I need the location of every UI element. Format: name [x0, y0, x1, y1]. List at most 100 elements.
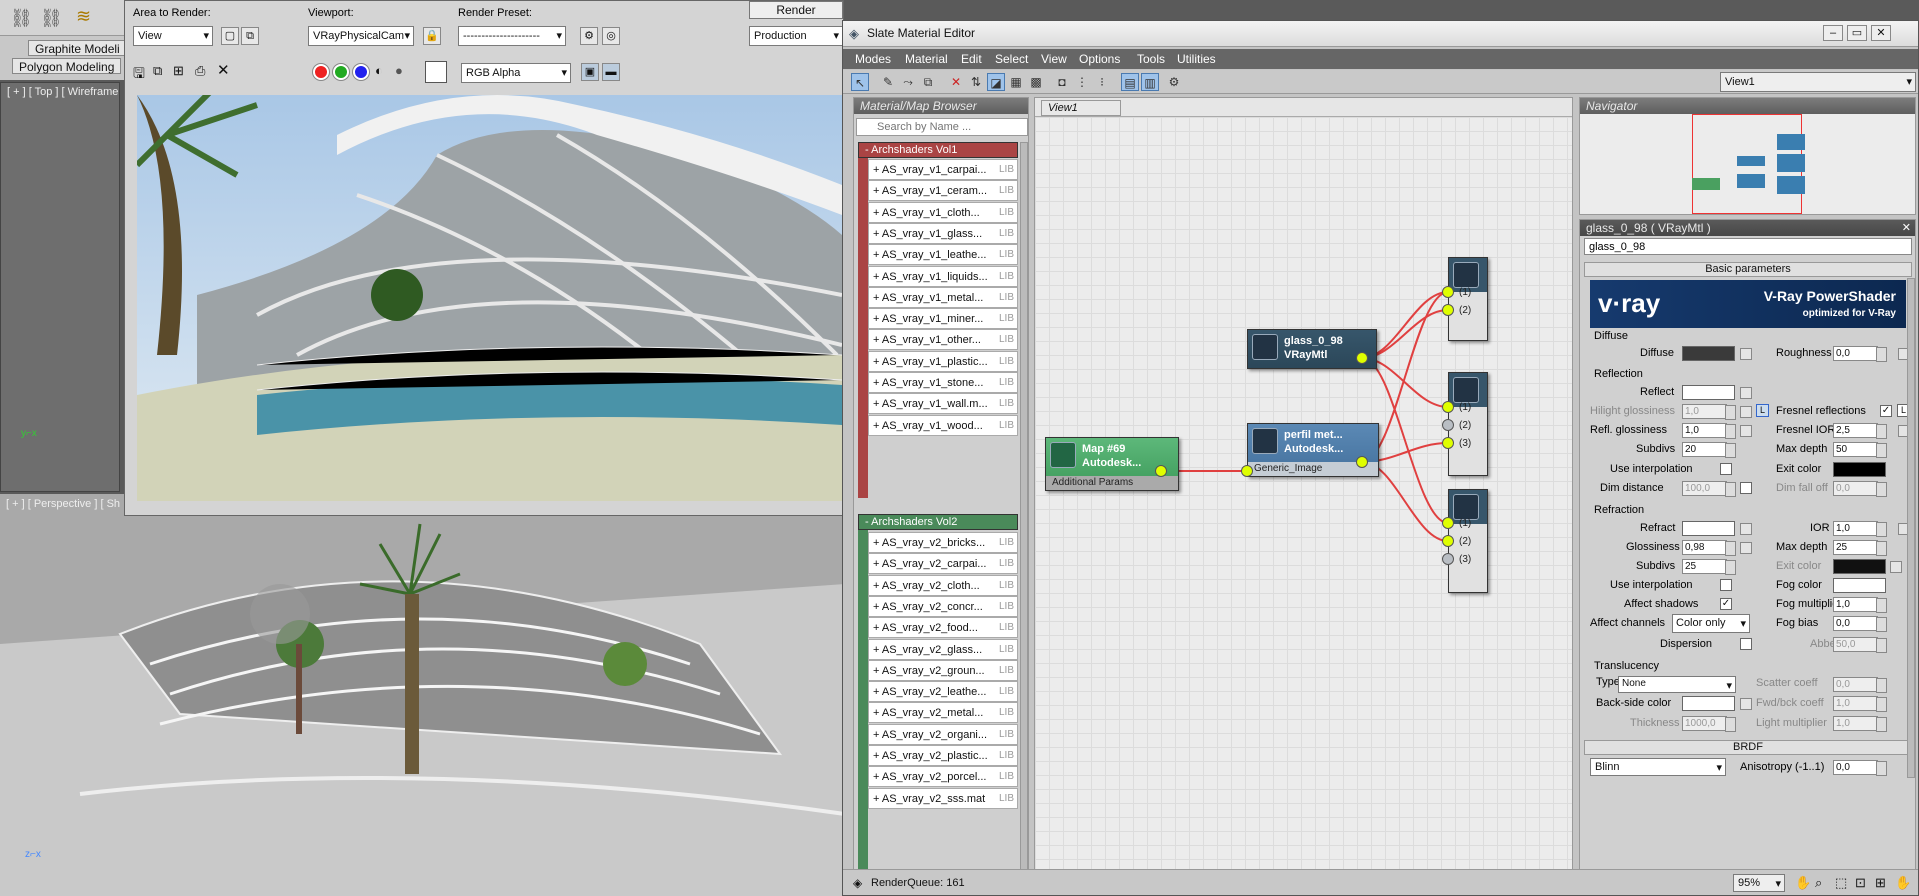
right3-socket-3[interactable]: [1442, 553, 1454, 565]
select-by-material-icon[interactable]: ⚙: [1165, 73, 1183, 91]
move-children-icon[interactable]: ⇅: [967, 73, 985, 91]
search-input[interactable]: [856, 118, 1028, 136]
navigator-view[interactable]: [1580, 114, 1915, 214]
library-item[interactable]: + AS_vray_v2_bricks... LIB: [868, 532, 1018, 553]
print-icon[interactable]: ⎙: [195, 63, 205, 79]
affect-shadows-checkbox[interactable]: ✓: [1720, 598, 1732, 610]
library-item[interactable]: + AS_vray_v2_porcel... LIB: [868, 766, 1018, 788]
thickness-spinner[interactable]: 1000,0: [1682, 716, 1736, 732]
bind-icon[interactable]: ≋: [76, 6, 91, 27]
scatter-coeff-spinner[interactable]: 0,0: [1833, 677, 1887, 693]
tab-view1[interactable]: View1: [1041, 100, 1121, 116]
right2-socket-1[interactable]: [1442, 401, 1454, 413]
menu-view[interactable]: View: [1041, 52, 1067, 66]
fwd-bck-spinner[interactable]: 1,0: [1833, 696, 1887, 712]
alpha-channel-icon[interactable]: ◐: [375, 63, 383, 78]
exit-color-swatch[interactable]: [1833, 462, 1886, 477]
map-output-socket[interactable]: [1155, 465, 1167, 477]
library-item[interactable]: + AS_vray_v1_other... LIB: [868, 329, 1018, 351]
put-material-icon[interactable]: ⤳: [899, 73, 917, 91]
layout-children-icon[interactable]: ⁝: [1093, 73, 1111, 91]
area-to-render-select[interactable]: View: [133, 26, 213, 46]
library-item[interactable]: + AS_vray_v1_metal... LIB: [868, 286, 1018, 308]
right3-socket-2[interactable]: [1442, 535, 1454, 547]
menu-options[interactable]: Options: [1079, 52, 1120, 66]
library-item[interactable]: + AS_vray_v1_ceram... LIB: [868, 180, 1018, 202]
perfil-output-socket[interactable]: [1356, 456, 1368, 468]
zoom-icon[interactable]: ⌕: [1815, 875, 1822, 891]
translucency-type-select[interactable]: None: [1618, 676, 1736, 693]
menu-modes[interactable]: Modes: [855, 52, 891, 66]
menu-material[interactable]: Material: [905, 52, 948, 66]
node-right-1[interactable]: [1448, 257, 1488, 341]
library-item[interactable]: + AS_vray_v1_plastic... LIB: [868, 350, 1018, 372]
swatch-icon[interactable]: [425, 61, 447, 83]
library-item[interactable]: + AS_vray_v2_glass... LIB: [868, 638, 1018, 660]
checker-icon[interactable]: ▩: [1027, 73, 1045, 91]
material-name-input[interactable]: [1584, 238, 1912, 255]
right2-socket-3[interactable]: [1442, 437, 1454, 449]
refl-glossiness-spinner[interactable]: 1,0: [1682, 423, 1736, 439]
dim-falloff-spinner[interactable]: 0,0: [1833, 481, 1887, 497]
glossiness-spinner[interactable]: 0,98: [1682, 540, 1736, 556]
node-map-slot[interactable]: Additional Params: [1046, 476, 1178, 490]
fresnel-checkbox[interactable]: ✓: [1880, 405, 1892, 417]
right3-socket-1[interactable]: [1442, 517, 1454, 529]
ribbon-tab-graphite[interactable]: Graphite Modeli: [28, 40, 127, 56]
library-item[interactable]: + AS_vray_v2_leathe... LIB: [868, 681, 1018, 703]
auto-region-icon[interactable]: ⧉: [241, 27, 259, 45]
display-toggle-icon[interactable]: ▣: [581, 63, 599, 81]
refr-exit-color-swatch[interactable]: [1833, 559, 1886, 574]
affect-channels-select[interactable]: Color only: [1672, 614, 1750, 633]
params-scrollbar[interactable]: [1907, 278, 1915, 778]
zoom-extents-icon[interactable]: ⊡: [1855, 875, 1866, 891]
parameter-editor-icon[interactable]: ▥: [1141, 73, 1159, 91]
refr-interpolation-checkbox[interactable]: [1720, 579, 1732, 591]
diffuse-color-swatch[interactable]: [1682, 346, 1735, 361]
fog-bias-spinner[interactable]: 0,0: [1833, 616, 1887, 632]
zoom-selected-icon[interactable]: ⊞: [1875, 875, 1886, 891]
refl-gloss-map-button[interactable]: [1740, 425, 1752, 437]
lock-icon[interactable]: 🔒: [423, 27, 441, 45]
link-icon[interactable]: ⛓: [10, 8, 33, 29]
right1-socket-2[interactable]: [1442, 304, 1454, 316]
anisotropy-spinner[interactable]: 0,0: [1833, 760, 1887, 776]
render-setup-icon[interactable]: ⚙: [580, 27, 598, 45]
glass-output-socket[interactable]: [1356, 352, 1368, 364]
refl-interpolation-checkbox[interactable]: [1720, 463, 1732, 475]
library-item[interactable]: + AS_vray_v2_metal... LIB: [868, 702, 1018, 724]
perfil-input-socket[interactable]: [1241, 465, 1253, 477]
library-item[interactable]: + AS_vray_v1_stone... LIB: [868, 372, 1018, 393]
zoom-select[interactable]: 95%: [1733, 874, 1785, 892]
library-item[interactable]: + AS_vray_v1_wood... LIB: [868, 414, 1018, 436]
dim-distance-spinner[interactable]: 100,0: [1682, 481, 1736, 497]
library-item[interactable]: + AS_vray_v2_plastic... LIB: [868, 745, 1018, 766]
params-close-icon[interactable]: ✕: [1902, 221, 1911, 234]
edit-region-icon[interactable]: ▢: [221, 27, 239, 45]
viewport-top-label[interactable]: [ + ] [ Top ] [ Wireframe: [7, 86, 118, 98]
group-archshaders-vol1[interactable]: - Archshaders Vol1: [858, 142, 1018, 158]
layout-all-icon[interactable]: ⋮: [1073, 73, 1091, 91]
node-map69[interactable]: Map #69 Autodesk... Additional Params: [1045, 437, 1179, 491]
close-icon[interactable]: ✕: [1871, 25, 1891, 41]
fresnel-ior-spinner[interactable]: 2,5: [1833, 423, 1887, 439]
library-item[interactable]: + AS_vray_v2_concr... LIB: [868, 595, 1018, 617]
view-select[interactable]: View1: [1720, 72, 1916, 92]
lock-hilight-icon[interactable]: L: [1756, 404, 1769, 417]
unlink-icon[interactable]: ⛓: [40, 8, 63, 29]
node-glass[interactable]: glass_0_98 VRayMtl: [1247, 329, 1377, 369]
abbe-spinner[interactable]: 50,0: [1833, 637, 1887, 653]
fog-color-swatch[interactable]: [1833, 578, 1886, 593]
menu-tools[interactable]: Tools: [1137, 52, 1165, 66]
dim-distance-checkbox[interactable]: [1740, 482, 1752, 494]
red-channel-icon[interactable]: [313, 64, 329, 80]
library-item[interactable]: + AS_vray_v1_carpai... LIB: [868, 159, 1018, 180]
light-multiplier-spinner[interactable]: 1,0: [1833, 716, 1887, 732]
refl-subdivs-spinner[interactable]: 20: [1682, 442, 1736, 458]
pan-view-icon[interactable]: ✋: [1895, 875, 1911, 891]
menu-utilities[interactable]: Utilities: [1177, 52, 1216, 66]
delete-icon[interactable]: ✕: [947, 73, 965, 91]
right1-socket-1[interactable]: [1442, 286, 1454, 298]
select-tool-icon[interactable]: ↖: [851, 73, 869, 91]
channel-select[interactable]: RGB Alpha: [461, 63, 571, 83]
